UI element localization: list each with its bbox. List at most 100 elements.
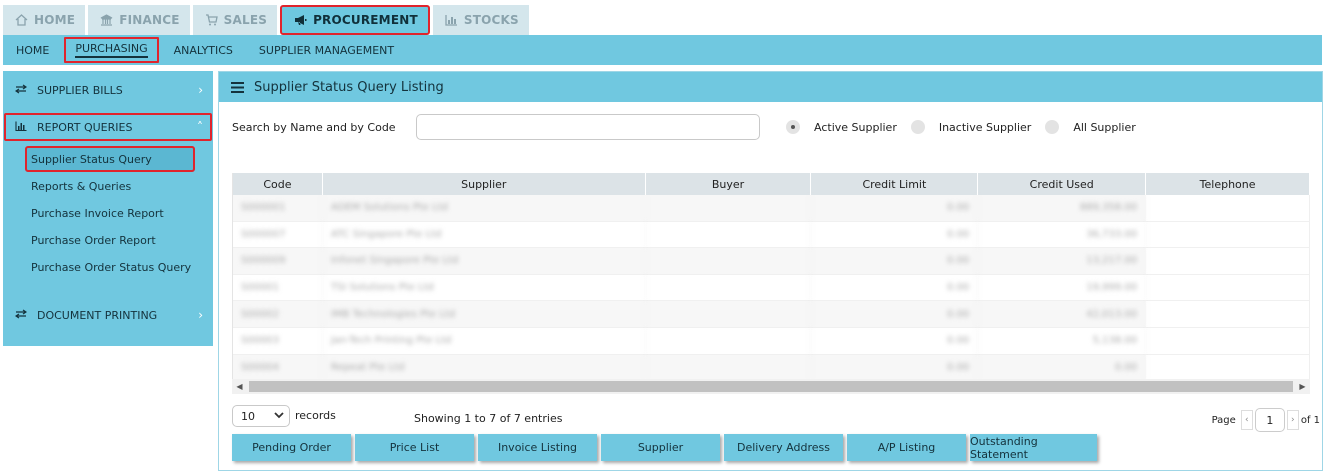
sub-navigation: HOME PURCHASING ANALYTICS SUPPLIER MANAG… <box>3 35 1322 65</box>
radio-label: Active Supplier <box>814 120 897 134</box>
cell-telephone <box>1146 248 1310 274</box>
cell-supplier: ATC Singapore Pte Ltd <box>323 221 646 248</box>
cell-code: S000007 <box>233 221 323 248</box>
entries-info: Showing 1 to 7 of 7 entries <box>414 412 563 425</box>
radio-label: All Supplier <box>1073 120 1136 134</box>
subnav-purchasing[interactable]: PURCHASING <box>62 35 160 65</box>
pagination: Page ‹ 1 › of 1 <box>1212 408 1320 432</box>
tab-label: STOCKS <box>463 13 519 27</box>
page-length-select[interactable]: 10 <box>232 405 290 427</box>
cell-credit-used: 13,217.00 <box>978 248 1147 274</box>
subnav-label: PURCHASING <box>75 42 148 58</box>
table-body: S000001 ADEM Solutions Pte Ltd 0.00 889,… <box>233 195 1310 382</box>
sidebar-subitem-reports-queries[interactable]: Reports & Queries <box>25 173 131 199</box>
panel-header: Supplier Status Query Listing <box>219 72 1322 102</box>
chevron-right-icon: › <box>198 83 203 97</box>
invoice-listing-button[interactable]: Invoice Listing <box>478 434 597 461</box>
outstanding-statement-button[interactable]: Outstanding Statement <box>970 434 1097 461</box>
subnav-label: ANALYTICS <box>173 43 233 57</box>
chevron-down-icon <box>274 410 284 423</box>
ap-listing-button[interactable]: A/P Listing <box>847 434 966 461</box>
search-row: Search by Name and by Code Active Suppli… <box>232 114 1150 140</box>
cell-supplier: Infonet Singapore Pte Ltd <box>323 248 646 274</box>
subnav-label: HOME <box>16 43 50 57</box>
sidebar-subitem-supplier-status-query[interactable]: Supplier Status Query <box>25 146 195 172</box>
next-page-button[interactable]: › <box>1286 410 1299 430</box>
delivery-address-button[interactable]: Delivery Address <box>724 434 843 461</box>
cell-supplier: Jan-Tech Printing Pte Ltd <box>323 327 646 354</box>
subnav-home[interactable]: HOME <box>3 35 62 65</box>
radio-all-supplier[interactable] <box>1045 120 1060 134</box>
sidebar-subitem-purchase-order-report[interactable]: Purchase Order Report <box>25 227 156 253</box>
sidebar-item-document-printing[interactable]: DOCUMENT PRINTING › <box>3 300 213 330</box>
tab-label: SALES <box>223 13 268 27</box>
radio-active-supplier[interactable] <box>786 120 800 134</box>
sidebar-item-supplier-bills[interactable]: SUPPLIER BILLS › <box>3 75 213 105</box>
sidebar: SUPPLIER BILLS › REPORT QUERIES ˄ Suppli… <box>3 71 213 346</box>
table-row[interactable]: S00004 Repeat Pte Ltd 0.00 0.00 <box>233 354 1310 382</box>
column-header-supplier[interactable]: Supplier <box>323 173 646 195</box>
horizontal-scrollbar[interactable]: ◀ ▶ <box>232 379 1310 394</box>
table-row[interactable]: S000009 Infonet Singapore Pte Ltd 0.00 1… <box>233 248 1310 275</box>
hamburger-menu-icon[interactable] <box>231 81 244 93</box>
chevron-right-icon: › <box>198 308 203 322</box>
search-input[interactable] <box>416 114 760 140</box>
table-row[interactable]: S00003 Jan-Tech Printing Pte Ltd 0.00 5,… <box>233 327 1310 355</box>
home-icon <box>15 14 28 26</box>
radio-inactive-supplier[interactable] <box>910 120 925 134</box>
page-label: Page <box>1211 414 1236 426</box>
table-row[interactable]: S00002 IMB Technologies Pte Ltd 0.00 42,… <box>233 301 1310 328</box>
subnav-analytics[interactable]: ANALYTICS <box>161 35 246 65</box>
sidebar-subitem-label: Purchase Order Status Query <box>31 260 192 274</box>
supplier-button[interactable]: Supplier <box>601 434 720 461</box>
sidebar-subitem-purchase-order-status-query[interactable]: Purchase Order Status Query <box>25 254 191 280</box>
sidebar-item-label: REPORT QUERIES <box>37 120 133 134</box>
cell-code: S000009 <box>233 248 323 274</box>
cell-code: S000001 <box>233 195 323 221</box>
radio-label: Inactive Supplier <box>938 120 1032 134</box>
sidebar-subitem-label: Reports & Queries <box>31 179 132 193</box>
pending-order-button[interactable]: Pending Order <box>232 434 351 461</box>
cell-supplier: Repeat Pte Ltd <box>323 354 646 381</box>
cell-telephone <box>1146 354 1310 381</box>
tab-finance[interactable]: FINANCE <box>88 5 190 35</box>
scroll-right-icon[interactable]: ▶ <box>1295 382 1310 391</box>
column-header-credit-limit[interactable]: Credit Limit <box>811 173 979 195</box>
scrollbar-thumb[interactable] <box>249 381 1293 392</box>
supplier-table: Code Supplier Buyer Credit Limit Credit … <box>232 173 1310 394</box>
page-length-value: 10 <box>241 409 255 423</box>
column-header-buyer[interactable]: Buyer <box>646 173 812 195</box>
sidebar-subitem-purchase-invoice-report[interactable]: Purchase Invoice Report <box>25 200 164 226</box>
table-row[interactable]: S00001 TSI Solutions Pte Ltd 0.00 19,999… <box>233 274 1310 302</box>
column-header-telephone[interactable]: Telephone <box>1146 173 1310 195</box>
tab-sales[interactable]: SALES <box>192 5 278 35</box>
cell-credit-limit: 0.00 <box>811 354 979 381</box>
cell-telephone <box>1146 274 1310 301</box>
tab-procurement[interactable]: PROCUREMENT <box>280 5 430 35</box>
prev-page-button[interactable]: ‹ <box>1240 410 1253 430</box>
sidebar-item-report-queries[interactable]: REPORT QUERIES ˄ <box>3 112 213 142</box>
cell-credit-used: 19,999.00 <box>978 274 1147 301</box>
scroll-left-icon[interactable]: ◀ <box>232 382 247 391</box>
table-footer: 10 records Showing 1 to 7 of 7 entries P… <box>232 405 1320 432</box>
cell-supplier: ADEM Solutions Pte Ltd <box>323 195 646 221</box>
tab-home[interactable]: HOME <box>3 5 86 35</box>
cell-supplier: TSI Solutions Pte Ltd <box>323 274 646 301</box>
bank-icon <box>100 14 113 26</box>
price-list-button[interactable]: Price List <box>355 434 474 461</box>
column-header-code[interactable]: Code <box>233 173 323 195</box>
table-row[interactable]: S000007 ATC Singapore Pte Ltd 0.00 36,73… <box>233 221 1310 249</box>
tab-stocks[interactable]: STOCKS <box>432 5 529 35</box>
chevron-up-icon: ˄ <box>197 120 203 134</box>
cell-buyer <box>646 327 812 354</box>
sidebar-subitem-label: Purchase Invoice Report <box>31 206 164 220</box>
column-header-credit-used[interactable]: Credit Used <box>978 173 1147 195</box>
sidebar-item-label: DOCUMENT PRINTING <box>37 308 158 322</box>
table-row[interactable]: S000001 ADEM Solutions Pte Ltd 0.00 889,… <box>233 195 1310 222</box>
cell-telephone <box>1146 195 1310 221</box>
cell-code: S00003 <box>233 327 323 354</box>
page-number-input[interactable]: 1 <box>1254 408 1285 432</box>
sidebar-item-label: SUPPLIER BILLS <box>37 83 123 97</box>
subnav-supplier-management[interactable]: SUPPLIER MANAGEMENT <box>246 35 407 65</box>
cell-code: S00001 <box>233 274 323 301</box>
